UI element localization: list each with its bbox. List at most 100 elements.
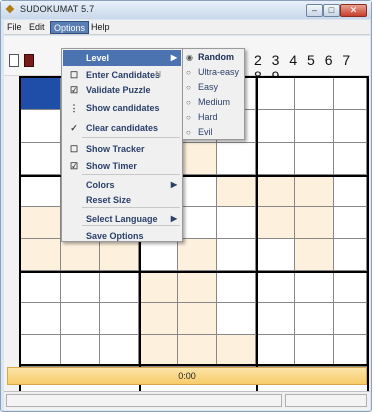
- sudoku-cell[interactable]: [100, 271, 139, 303]
- sudoku-cell[interactable]: [139, 271, 178, 303]
- menu-item-show-candidates[interactable]: ⋮ Show candidates: [63, 100, 181, 116]
- sudoku-cell[interactable]: [21, 76, 61, 110]
- sudoku-cell[interactable]: [21, 110, 61, 143]
- sudoku-cell[interactable]: [256, 175, 295, 207]
- menu-item-save-options[interactable]: Save Options: [63, 228, 181, 244]
- level-option-label: Random: [198, 52, 234, 62]
- sudoku-cell[interactable]: [256, 271, 295, 303]
- sudoku-cell[interactable]: [295, 207, 334, 239]
- sudoku-cell[interactable]: [334, 271, 367, 303]
- sudoku-cell[interactable]: [295, 303, 334, 335]
- minimize-button[interactable]: –: [306, 4, 323, 17]
- level-option-label: Easy: [198, 82, 219, 92]
- level-option-evil[interactable]: ○ Evil: [184, 125, 243, 140]
- sudoku-cell[interactable]: [178, 143, 217, 175]
- sudoku-cell[interactable]: [21, 207, 61, 239]
- sudoku-cell[interactable]: [334, 239, 367, 271]
- sudoku-cell[interactable]: [256, 207, 295, 239]
- sudoku-cell[interactable]: [21, 239, 61, 271]
- menu-item-show-timer[interactable]: ☑ Show Timer: [63, 158, 181, 174]
- sudoku-cell[interactable]: [334, 207, 367, 239]
- menu-accelerator: N: [155, 70, 161, 79]
- sudoku-cell[interactable]: [334, 335, 367, 367]
- radio-unselected-icon: ○: [186, 68, 191, 77]
- sudoku-cell[interactable]: [178, 175, 217, 207]
- sudoku-cell[interactable]: [256, 335, 295, 367]
- sudoku-cell[interactable]: [256, 239, 295, 271]
- level-option-easy[interactable]: ○ Easy: [184, 80, 243, 95]
- menu-item-colors[interactable]: Colors ▶: [63, 177, 181, 193]
- menu-file[interactable]: File: [4, 21, 25, 34]
- sudoku-cell[interactable]: [21, 335, 61, 367]
- sudoku-cell[interactable]: [295, 175, 334, 207]
- sudoku-cell[interactable]: [21, 271, 61, 303]
- save-icon[interactable]: [24, 54, 34, 67]
- sudoku-cell[interactable]: [178, 303, 217, 335]
- sudoku-cell[interactable]: [295, 271, 334, 303]
- sudoku-cell[interactable]: [295, 239, 334, 271]
- sudoku-cell[interactable]: [256, 76, 295, 110]
- submenu-arrow-icon: ▶: [170, 180, 177, 189]
- sudoku-cell[interactable]: [21, 303, 61, 335]
- sudoku-cell[interactable]: [217, 303, 256, 335]
- menu-check-icon: ☑: [69, 85, 79, 95]
- sudoku-cell[interactable]: [178, 271, 217, 303]
- sudoku-cell[interactable]: [334, 303, 367, 335]
- menu-item-clear-candidates[interactable]: ✓ Clear candidates: [63, 120, 181, 136]
- sudoku-cell[interactable]: [295, 110, 334, 143]
- sudoku-cell[interactable]: [139, 335, 178, 367]
- sudoku-cell[interactable]: [217, 271, 256, 303]
- menu-item-show-tracker[interactable]: ☐ Show Tracker: [63, 141, 181, 157]
- sudoku-cell[interactable]: [217, 175, 256, 207]
- sudoku-cell[interactable]: [334, 76, 367, 110]
- level-option-label: Evil: [198, 127, 213, 137]
- menu-item-level[interactable]: Level ▶: [63, 50, 181, 66]
- sudoku-cell[interactable]: [61, 303, 100, 335]
- menu-item-label: Show Timer: [86, 161, 137, 171]
- sudoku-cell[interactable]: [256, 110, 295, 143]
- sudoku-cell[interactable]: [178, 335, 217, 367]
- menu-item-enter-candidates[interactable]: ☐ Enter Candidates N: [63, 67, 181, 83]
- menu-item-label: Reset Size: [86, 195, 132, 205]
- close-button[interactable]: ✕: [340, 4, 367, 17]
- app-icon: ❖: [5, 4, 15, 16]
- sudoku-cell[interactable]: [295, 335, 334, 367]
- menu-separator: [82, 137, 180, 138]
- level-option-random[interactable]: ◉ Random: [184, 50, 243, 65]
- new-document-icon[interactable]: [9, 54, 19, 67]
- level-option-medium[interactable]: ○ Medium: [184, 95, 243, 110]
- sudoku-cell[interactable]: [139, 303, 178, 335]
- menu-item-reset-size[interactable]: Reset Size: [63, 192, 181, 208]
- level-option-label: Hard: [198, 112, 218, 122]
- sudoku-cell[interactable]: [61, 335, 100, 367]
- sudoku-cell[interactable]: [295, 76, 334, 110]
- sudoku-cell[interactable]: [217, 335, 256, 367]
- menu-help[interactable]: Help: [88, 21, 113, 34]
- sudoku-cell[interactable]: [295, 143, 334, 175]
- level-option-hard[interactable]: ○ Hard: [184, 110, 243, 125]
- sudoku-cell[interactable]: [100, 335, 139, 367]
- menu-item-label: Show candidates: [86, 103, 160, 113]
- sudoku-cell[interactable]: [100, 303, 139, 335]
- menu-check-icon: ✓: [70, 123, 78, 133]
- sudoku-cell[interactable]: [334, 175, 367, 207]
- menu-item-validate-puzzle[interactable]: ☑ Validate Puzzle: [63, 82, 181, 98]
- menu-edit[interactable]: Edit: [26, 21, 48, 34]
- sudoku-cell[interactable]: [21, 143, 61, 175]
- sudoku-cell[interactable]: [256, 143, 295, 175]
- sudoku-cell[interactable]: [334, 110, 367, 143]
- level-option-ultra-easy[interactable]: ○ Ultra-easy: [184, 65, 243, 80]
- sudoku-cell[interactable]: [217, 207, 256, 239]
- sudoku-cell[interactable]: [217, 239, 256, 271]
- menu-options[interactable]: Options: [50, 21, 90, 34]
- sudoku-cell[interactable]: [256, 303, 295, 335]
- sudoku-cell[interactable]: [334, 143, 367, 175]
- sudoku-cell[interactable]: [178, 239, 217, 271]
- title-bar[interactable]: ❖ SUDOKUMAT 5.7 – □ ✕: [1, 1, 371, 19]
- sudoku-cell[interactable]: [178, 207, 217, 239]
- menu-item-label: Clear candidates: [86, 123, 159, 133]
- sudoku-cell[interactable]: [61, 271, 100, 303]
- sudoku-cell[interactable]: [217, 143, 256, 175]
- maximize-button[interactable]: □: [323, 4, 340, 17]
- sudoku-cell[interactable]: [21, 175, 61, 207]
